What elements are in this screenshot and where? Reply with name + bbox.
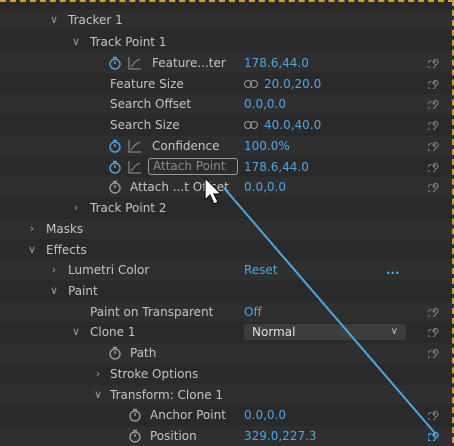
search-size-label: Search Size: [110, 118, 180, 132]
blend-mode-dropdown[interactable]: Normal ∨: [244, 324, 406, 340]
attach-point-offset-value[interactable]: 0.0,0.0: [244, 177, 286, 197]
row-lumetri-color[interactable]: › Lumetri Color Reset ...: [0, 260, 452, 280]
pickwhip-icon[interactable]: [428, 56, 440, 68]
row-tracker-1[interactable]: ∨ Tracker 1: [0, 10, 452, 30]
effects-label: Effects: [46, 243, 87, 257]
position-label: Position: [150, 429, 197, 443]
confidence-label: Confidence: [152, 139, 220, 153]
row-attach-point-offset: Attach ...t Offset 0.0,0.0: [0, 177, 452, 197]
row-transform-clone-1[interactable]: ∨ Transform: Clone 1: [0, 385, 452, 405]
row-clone-1[interactable]: ∨ Clone 1 Normal ∨: [0, 322, 452, 342]
feature-center-label: Feature...ter: [152, 56, 226, 70]
lumetri-color-label: Lumetri Color: [68, 263, 150, 277]
tracker-1-label: Tracker 1: [68, 13, 123, 27]
row-paint-on-transparent: Paint on Transparent Off: [0, 302, 452, 322]
row-track-point-2[interactable]: › Track Point 2: [0, 198, 452, 218]
row-path: Path: [0, 343, 452, 363]
graph-icon[interactable]: [128, 160, 142, 174]
chevron-right-icon[interactable]: ›: [48, 260, 60, 280]
graph-icon[interactable]: [128, 139, 142, 153]
anchor-point-value[interactable]: 0.0,0.0: [244, 405, 286, 425]
row-anchor-point: Anchor Point 0.0,0.0: [0, 405, 452, 425]
pickwhip-icon[interactable]: [428, 325, 440, 337]
track-point-1-label: Track Point 1: [90, 35, 167, 49]
stopwatch-icon[interactable]: [108, 180, 122, 194]
feature-size-label: Feature Size: [110, 77, 184, 91]
link-icon[interactable]: [244, 121, 258, 129]
anchor-point-label: Anchor Point: [150, 408, 226, 422]
row-confidence: Confidence 100.0%: [0, 136, 452, 156]
blend-mode-value: Normal: [252, 325, 296, 339]
stopwatch-icon[interactable]: [108, 346, 122, 360]
stopwatch-icon[interactable]: [128, 429, 142, 443]
search-size-value[interactable]: 40.0,40.0: [264, 115, 321, 135]
lumetri-options-button[interactable]: ...: [386, 260, 400, 280]
pickwhip-icon[interactable]: [428, 408, 440, 420]
chevron-right-icon[interactable]: ›: [92, 364, 104, 384]
position-value[interactable]: 329.0,227.3: [244, 426, 317, 446]
row-stroke-options[interactable]: › Stroke Options: [0, 364, 452, 384]
pickwhip-icon[interactable]: [428, 77, 440, 89]
row-position: Position 329.0,227.3: [0, 426, 452, 446]
pickwhip-icon[interactable]: [428, 180, 440, 192]
search-offset-value[interactable]: 0.0,0.0: [244, 94, 286, 114]
row-attach-point: Attach Point 178.6,44.0: [0, 157, 452, 177]
row-feature-size: Feature Size 20.0,20.0: [0, 74, 452, 94]
search-offset-label: Search Offset: [110, 97, 192, 111]
pickwhip-icon[interactable]: [428, 305, 440, 317]
paint-on-transparent-label: Paint on Transparent: [90, 305, 214, 319]
chevron-down-icon[interactable]: ∨: [92, 385, 104, 405]
pickwhip-icon[interactable]: [428, 118, 440, 130]
path-label: Path: [130, 346, 157, 360]
pickwhip-icon-active[interactable]: [428, 429, 440, 441]
row-masks[interactable]: › Masks: [0, 219, 452, 239]
attach-point-offset-label: Attach ...t Offset: [130, 180, 229, 194]
paint-label: Paint: [68, 284, 98, 298]
pickwhip-icon[interactable]: [428, 97, 440, 109]
stopwatch-icon[interactable]: [108, 160, 122, 174]
chevron-down-icon[interactable]: ∨: [48, 10, 60, 30]
chevron-down-icon: ∨: [390, 326, 398, 337]
track-point-2-label: Track Point 2: [90, 201, 167, 215]
row-effects[interactable]: ∨ Effects: [0, 240, 452, 260]
graph-icon[interactable]: [128, 56, 142, 70]
row-feature-center: Feature...ter 178.6,44.0: [0, 53, 452, 73]
row-search-size: Search Size 40.0,40.0: [0, 115, 452, 135]
row-search-offset: Search Offset 0.0,0.0: [0, 94, 452, 114]
pickwhip-icon[interactable]: [428, 160, 440, 172]
chevron-down-icon[interactable]: ∨: [26, 240, 38, 260]
clone-1-label: Clone 1: [90, 325, 136, 339]
transform-clone-1-label: Transform: Clone 1: [110, 388, 224, 402]
chevron-down-icon[interactable]: ∨: [70, 322, 82, 342]
feature-center-value[interactable]: 178.6,44.0: [244, 53, 309, 73]
attach-point-value[interactable]: 178.6,44.0: [244, 157, 309, 177]
link-icon[interactable]: [244, 80, 258, 88]
feature-size-value[interactable]: 20.0,20.0: [264, 74, 321, 94]
stopwatch-icon[interactable]: [108, 139, 122, 153]
paint-on-transparent-value[interactable]: Off: [244, 302, 262, 322]
chevron-right-icon[interactable]: ›: [70, 198, 82, 218]
chevron-down-icon[interactable]: ∨: [70, 32, 82, 52]
stroke-options-label: Stroke Options: [110, 367, 199, 381]
attach-point-label[interactable]: Attach Point: [148, 158, 238, 175]
row-track-point-1[interactable]: ∨ Track Point 1: [0, 32, 452, 52]
pickwhip-icon[interactable]: [428, 139, 440, 151]
chevron-down-icon[interactable]: ∨: [48, 281, 60, 301]
stopwatch-icon[interactable]: [108, 56, 122, 70]
confidence-value[interactable]: 100.0%: [244, 136, 290, 156]
lumetri-reset-link[interactable]: Reset: [244, 260, 278, 280]
chevron-right-icon[interactable]: ›: [26, 219, 38, 239]
pickwhip-icon[interactable]: [428, 346, 440, 358]
masks-label: Masks: [46, 222, 84, 236]
row-paint[interactable]: ∨ Paint: [0, 281, 452, 301]
stopwatch-icon[interactable]: [128, 408, 142, 422]
